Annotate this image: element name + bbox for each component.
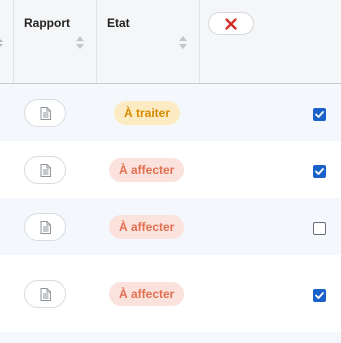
column-divider <box>13 0 14 83</box>
report-button[interactable] <box>24 213 66 241</box>
report-button[interactable] <box>24 280 66 308</box>
row-select-checkbox[interactable] <box>313 222 326 235</box>
column-divider <box>96 0 97 83</box>
sort-arrows-icon[interactable] <box>76 36 84 50</box>
document-icon <box>40 106 51 120</box>
report-button[interactable] <box>24 99 66 127</box>
report-button[interactable] <box>24 156 66 184</box>
checkmark-icon <box>315 111 324 118</box>
document-icon <box>40 220 51 234</box>
row-select-checkbox[interactable] <box>313 108 326 121</box>
sort-arrows-icon[interactable] <box>0 39 3 47</box>
clear-filters-button[interactable] <box>208 12 254 35</box>
table-row: À traiter <box>0 84 341 141</box>
clear-filter-icon <box>225 17 237 30</box>
column-header-rapport[interactable]: Rapport <box>24 16 70 30</box>
table-header: Rapport Etat <box>0 0 341 84</box>
status-badge: À traiter <box>114 101 181 125</box>
table-row: À affecter <box>0 141 341 198</box>
status-badge: À affecter <box>109 282 185 306</box>
table-row: À affecter <box>0 198 341 255</box>
table-row: À affecter <box>0 255 341 332</box>
checkmark-icon <box>315 292 324 299</box>
status-badge: À affecter <box>109 158 185 182</box>
row-select-checkbox[interactable] <box>313 289 326 302</box>
row-select-checkbox[interactable] <box>313 165 326 178</box>
sort-arrows-icon[interactable] <box>179 36 187 50</box>
column-header-etat[interactable]: Etat <box>107 16 130 30</box>
status-badge: À affecter <box>109 215 185 239</box>
column-divider <box>199 0 200 83</box>
checkmark-icon <box>315 168 324 175</box>
document-icon <box>40 163 51 177</box>
table-row <box>0 332 341 343</box>
document-icon <box>40 287 51 301</box>
